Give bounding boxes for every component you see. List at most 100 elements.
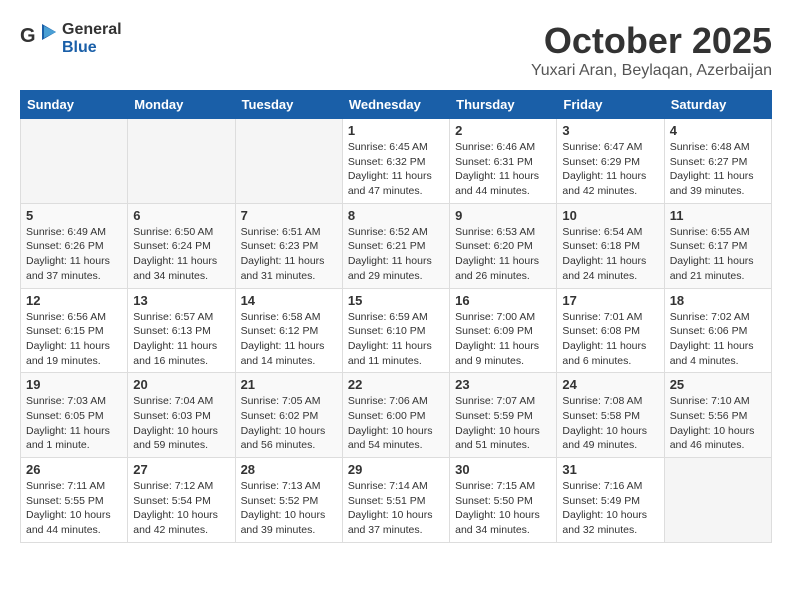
calendar-cell: 26 Sunrise: 7:11 AMSunset: 5:55 PMDayligh… (21, 458, 128, 543)
day-number: 11 (670, 208, 766, 223)
location: Yuxari Aran, Beylaqan, Azerbaijan (531, 62, 772, 80)
day-info: Sunrise: 6:52 AMSunset: 6:21 PMDaylight:… (348, 225, 444, 284)
day-info: Sunrise: 7:05 AMSunset: 6:02 PMDaylight:… (241, 394, 337, 453)
day-info: Sunrise: 6:54 AMSunset: 6:18 PMDaylight:… (562, 225, 658, 284)
calendar-week-row: 12 Sunrise: 6:56 AMSunset: 6:15 PMDayligh… (21, 288, 772, 373)
day-info: Sunrise: 7:14 AMSunset: 5:51 PMDaylight:… (348, 479, 444, 538)
calendar-week-row: 1 Sunrise: 6:45 AMSunset: 6:32 PMDaylight… (21, 119, 772, 204)
calendar-week-row: 5Sunrise: 6:49 AMSunset: 6:26 PMDaylight… (21, 203, 772, 288)
day-number: 13 (133, 293, 229, 308)
calendar-cell: 5Sunrise: 6:49 AMSunset: 6:26 PMDaylight… (21, 203, 128, 288)
day-number: 27 (133, 462, 229, 477)
day-number: 7 (241, 208, 337, 223)
day-info: Sunrise: 6:56 AMSunset: 6:15 PMDaylight:… (26, 310, 122, 369)
calendar-cell: 31 Sunrise: 7:16 AMSunset: 5:49 PMDayligh… (557, 458, 664, 543)
calendar-week-row: 26 Sunrise: 7:11 AMSunset: 5:55 PMDayligh… (21, 458, 772, 543)
calendar-cell: 1 Sunrise: 6:45 AMSunset: 6:32 PMDaylight… (342, 119, 449, 204)
day-number: 18 (670, 293, 766, 308)
day-number: 17 (562, 293, 658, 308)
logo: G General Blue (20, 20, 122, 58)
day-info: Sunrise: 6:45 AMSunset: 6:32 PMDaylight:… (348, 140, 444, 199)
calendar-cell: 25 Sunrise: 7:10 AMSunset: 5:56 PMDayligh… (664, 373, 771, 458)
day-info: Sunrise: 6:50 AMSunset: 6:24 PMDaylight:… (133, 225, 229, 284)
day-number: 8 (348, 208, 444, 223)
calendar-cell: 21 Sunrise: 7:05 AMSunset: 6:02 PMDayligh… (235, 373, 342, 458)
day-number: 15 (348, 293, 444, 308)
day-number: 2 (455, 123, 551, 138)
calendar-cell: 19 Sunrise: 7:03 AMSunset: 6:05 PMDayligh… (21, 373, 128, 458)
day-info: Sunrise: 7:02 AMSunset: 6:06 PMDaylight:… (670, 310, 766, 369)
day-info: Sunrise: 6:55 AMSunset: 6:17 PMDaylight:… (670, 225, 766, 284)
day-info: Sunrise: 7:01 AMSunset: 6:08 PMDaylight:… (562, 310, 658, 369)
calendar-cell: 3 Sunrise: 6:47 AMSunset: 6:29 PMDaylight… (557, 119, 664, 204)
day-number: 3 (562, 123, 658, 138)
calendar-cell: 2 Sunrise: 6:46 AMSunset: 6:31 PMDaylight… (450, 119, 557, 204)
day-info: Sunrise: 7:07 AMSunset: 5:59 PMDaylight:… (455, 394, 551, 453)
day-number: 26 (26, 462, 122, 477)
calendar-cell: 11 Sunrise: 6:55 AMSunset: 6:17 PMDayligh… (664, 203, 771, 288)
day-number: 31 (562, 462, 658, 477)
day-number: 12 (26, 293, 122, 308)
calendar-cell: 16Sunrise: 7:00 AMSunset: 6:09 PMDayligh… (450, 288, 557, 373)
day-info: Sunrise: 6:47 AMSunset: 6:29 PMDaylight:… (562, 140, 658, 199)
logo-general: General (62, 21, 122, 38)
day-info: Sunrise: 7:08 AMSunset: 5:58 PMDaylight:… (562, 394, 658, 453)
calendar-cell: 9 Sunrise: 6:53 AMSunset: 6:20 PMDaylight… (450, 203, 557, 288)
day-info: Sunrise: 6:57 AMSunset: 6:13 PMDaylight:… (133, 310, 229, 369)
calendar-cell: 4 Sunrise: 6:48 AMSunset: 6:27 PMDaylight… (664, 119, 771, 204)
calendar-cell (235, 119, 342, 204)
calendar-cell: 6 Sunrise: 6:50 AMSunset: 6:24 PMDaylight… (128, 203, 235, 288)
day-info: Sunrise: 7:03 AMSunset: 6:05 PMDaylight:… (26, 394, 122, 453)
day-number: 25 (670, 377, 766, 392)
day-info: Sunrise: 7:15 AMSunset: 5:50 PMDaylight:… (455, 479, 551, 538)
day-number: 21 (241, 377, 337, 392)
day-info: Sunrise: 6:58 AMSunset: 6:12 PMDaylight:… (241, 310, 337, 369)
day-number: 28 (241, 462, 337, 477)
calendar-cell: 28Sunrise: 7:13 AMSunset: 5:52 PMDayligh… (235, 458, 342, 543)
weekday-header-row: SundayMondayTuesdayWednesdayThursdayFrid… (21, 91, 772, 119)
day-info: Sunrise: 6:53 AMSunset: 6:20 PMDaylight:… (455, 225, 551, 284)
calendar-cell: 12 Sunrise: 6:56 AMSunset: 6:15 PMDayligh… (21, 288, 128, 373)
day-number: 19 (26, 377, 122, 392)
calendar-cell: 10 Sunrise: 6:54 AMSunset: 6:18 PMDayligh… (557, 203, 664, 288)
weekday-header: Saturday (664, 91, 771, 119)
day-info: Sunrise: 6:48 AMSunset: 6:27 PMDaylight:… (670, 140, 766, 199)
day-info: Sunrise: 7:10 AMSunset: 5:56 PMDaylight:… (670, 394, 766, 453)
calendar-cell: 20Sunrise: 7:04 AMSunset: 6:03 PMDayligh… (128, 373, 235, 458)
calendar-cell: 27Sunrise: 7:12 AMSunset: 5:54 PMDayligh… (128, 458, 235, 543)
day-info: Sunrise: 6:59 AMSunset: 6:10 PMDaylight:… (348, 310, 444, 369)
calendar-week-row: 19 Sunrise: 7:03 AMSunset: 6:05 PMDayligh… (21, 373, 772, 458)
day-number: 10 (562, 208, 658, 223)
weekday-header: Friday (557, 91, 664, 119)
weekday-header: Wednesday (342, 91, 449, 119)
day-number: 24 (562, 377, 658, 392)
day-number: 14 (241, 293, 337, 308)
calendar-cell: 7Sunrise: 6:51 AMSunset: 6:23 PMDaylight… (235, 203, 342, 288)
calendar-table: SundayMondayTuesdayWednesdayThursdayFrid… (20, 90, 772, 543)
calendar-cell (21, 119, 128, 204)
day-info: Sunrise: 7:04 AMSunset: 6:03 PMDaylight:… (133, 394, 229, 453)
day-info: Sunrise: 7:00 AMSunset: 6:09 PMDaylight:… (455, 310, 551, 369)
calendar-cell: 13 Sunrise: 6:57 AMSunset: 6:13 PMDayligh… (128, 288, 235, 373)
month-title: October 2025 (531, 20, 772, 62)
day-number: 30 (455, 462, 551, 477)
weekday-header: Sunday (21, 91, 128, 119)
weekday-header: Monday (128, 91, 235, 119)
calendar-cell: 24 Sunrise: 7:08 AMSunset: 5:58 PMDayligh… (557, 373, 664, 458)
day-info: Sunrise: 7:16 AMSunset: 5:49 PMDaylight:… (562, 479, 658, 538)
day-number: 4 (670, 123, 766, 138)
day-number: 6 (133, 208, 229, 223)
day-number: 1 (348, 123, 444, 138)
day-info: Sunrise: 7:11 AMSunset: 5:55 PMDaylight:… (26, 479, 122, 538)
day-info: Sunrise: 6:46 AMSunset: 6:31 PMDaylight:… (455, 140, 551, 199)
weekday-header: Thursday (450, 91, 557, 119)
page-header: G General Blue October 2025 Yuxari Aran,… (20, 20, 772, 80)
logo-blue: Blue (62, 39, 97, 56)
day-number: 23 (455, 377, 551, 392)
weekday-header: Tuesday (235, 91, 342, 119)
svg-text:G: G (20, 25, 36, 47)
calendar-cell: 23 Sunrise: 7:07 AMSunset: 5:59 PMDayligh… (450, 373, 557, 458)
calendar-cell: 8 Sunrise: 6:52 AMSunset: 6:21 PMDaylight… (342, 203, 449, 288)
calendar-cell: 17 Sunrise: 7:01 AMSunset: 6:08 PMDayligh… (557, 288, 664, 373)
day-number: 9 (455, 208, 551, 223)
